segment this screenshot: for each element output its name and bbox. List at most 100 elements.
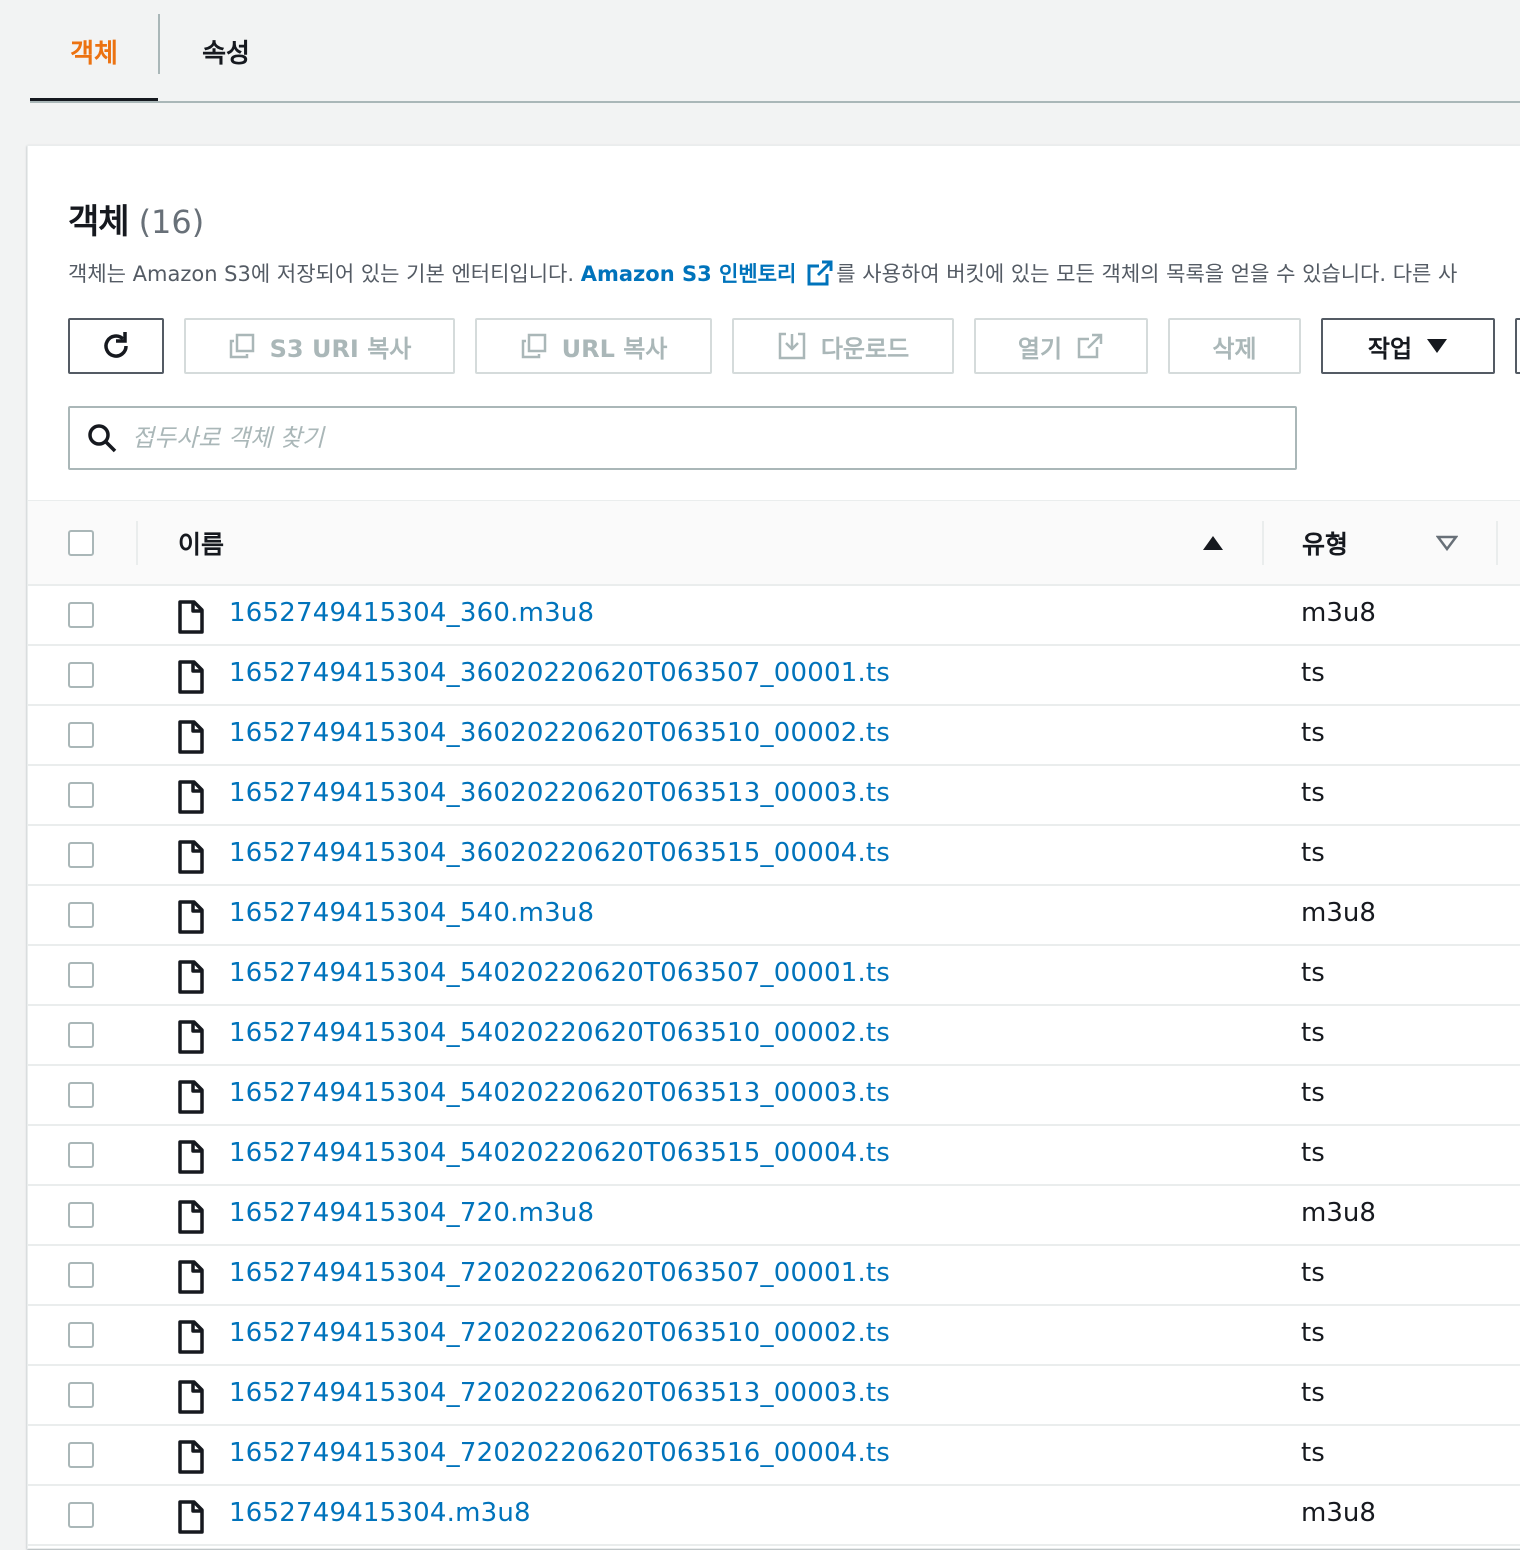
column-divider[interactable]	[1496, 521, 1498, 565]
object-name-link[interactable]: 1652749415304_72020220620T063507_00001.t…	[229, 1258, 890, 1288]
object-type: ts	[1301, 1078, 1325, 1108]
file-icon	[178, 780, 204, 818]
object-name-link[interactable]: 1652749415304_72020220620T063510_00002.t…	[229, 1318, 890, 1348]
row-checkbox[interactable]	[68, 1382, 94, 1408]
page-title: 객체	[68, 202, 130, 242]
file-icon	[178, 1320, 204, 1358]
row-checkbox[interactable]	[68, 1502, 94, 1528]
search-icon	[86, 422, 118, 454]
object-type: ts	[1301, 718, 1325, 748]
table-row: 1652749415304_54020220620T063513_00003.t…	[28, 1066, 1520, 1126]
table-row: 1652749415304_54020220620T063510_00002.t…	[28, 1006, 1520, 1066]
refresh-icon	[99, 329, 133, 363]
sort-ascending-icon[interactable]	[1202, 535, 1224, 555]
object-type: ts	[1301, 1378, 1325, 1408]
tab-properties[interactable]: 속성	[160, 0, 292, 102]
object-name-link[interactable]: 1652749415304_540.m3u8	[229, 898, 594, 928]
object-type: ts	[1301, 1438, 1325, 1468]
file-icon	[178, 1200, 204, 1238]
table-row: 1652749415304_540.m3u8 m3u8	[28, 886, 1520, 946]
row-checkbox[interactable]	[68, 662, 94, 688]
file-icon	[178, 1140, 204, 1178]
file-icon	[178, 1500, 204, 1538]
row-checkbox[interactable]	[68, 902, 94, 928]
objects-description: 객체는 Amazon S3에 저장되어 있는 기본 엔터티입니다. Amazon…	[68, 258, 1520, 292]
file-icon	[178, 720, 204, 758]
file-icon	[178, 660, 204, 698]
object-type: ts	[1301, 838, 1325, 868]
file-icon	[178, 1380, 204, 1418]
inventory-link[interactable]: Amazon S3 인벤토리	[581, 262, 797, 286]
file-icon	[178, 840, 204, 878]
row-checkbox[interactable]	[68, 602, 94, 628]
file-icon	[178, 900, 204, 938]
delete-button[interactable]: 삭제	[1168, 318, 1301, 374]
file-icon	[178, 1080, 204, 1118]
objects-header: 객체 (16)	[68, 194, 204, 243]
column-header-type[interactable]: 유형	[1302, 525, 1348, 561]
search-input[interactable]	[130, 423, 1234, 453]
table-row: 1652749415304_360.m3u8 m3u8	[28, 586, 1520, 646]
file-icon	[178, 1440, 204, 1478]
object-name-link[interactable]: 1652749415304_72020220620T063513_00003.t…	[229, 1378, 890, 1408]
create-folder-button[interactable]	[1515, 318, 1520, 374]
row-checkbox[interactable]	[68, 1082, 94, 1108]
object-type: ts	[1301, 1018, 1325, 1048]
object-name-link[interactable]: 1652749415304.m3u8	[229, 1498, 531, 1528]
column-header-name[interactable]: 이름	[178, 525, 224, 561]
row-checkbox[interactable]	[68, 1262, 94, 1288]
object-name-link[interactable]: 1652749415304_72020220620T063516_00004.t…	[229, 1438, 890, 1468]
table-row: 1652749415304_720.m3u8 m3u8	[28, 1186, 1520, 1246]
object-type: ts	[1301, 658, 1325, 688]
object-type: m3u8	[1301, 1198, 1376, 1228]
row-checkbox[interactable]	[68, 962, 94, 988]
object-name-link[interactable]: 1652749415304_360.m3u8	[229, 598, 594, 628]
row-checkbox[interactable]	[68, 782, 94, 808]
actions-dropdown-button[interactable]: 작업	[1321, 318, 1495, 374]
table-row: 1652749415304.m3u8 m3u8	[28, 1486, 1520, 1546]
object-type: m3u8	[1301, 1498, 1376, 1528]
object-name-link[interactable]: 1652749415304_54020220620T063507_00001.t…	[229, 958, 890, 988]
table-row: 1652749415304_36020220620T063513_00003.t…	[28, 766, 1520, 826]
row-checkbox[interactable]	[68, 1202, 94, 1228]
sort-descending-icon[interactable]	[1435, 535, 1459, 555]
object-name-link[interactable]: 1652749415304_36020220620T063515_00004.t…	[229, 838, 890, 868]
column-divider[interactable]	[1262, 521, 1264, 565]
object-name-link[interactable]: 1652749415304_36020220620T063510_00002.t…	[229, 718, 890, 748]
object-name-link[interactable]: 1652749415304_54020220620T063510_00002.t…	[229, 1018, 890, 1048]
tab-baseline	[30, 101, 1520, 103]
object-name-link[interactable]: 1652749415304_54020220620T063515_00004.t…	[229, 1138, 890, 1168]
file-icon	[178, 960, 204, 998]
row-checkbox[interactable]	[68, 1142, 94, 1168]
table-row: 1652749415304_72020220620T063513_00003.t…	[28, 1366, 1520, 1426]
copy-s3-uri-button[interactable]: S3 URI 복사	[184, 318, 455, 374]
object-type: m3u8	[1301, 898, 1376, 928]
external-link-icon	[1076, 332, 1104, 360]
row-checkbox[interactable]	[68, 842, 94, 868]
object-count: (16)	[138, 203, 205, 241]
row-checkbox[interactable]	[68, 1442, 94, 1468]
download-button[interactable]: 다운로드	[732, 318, 954, 374]
object-type: ts	[1301, 1258, 1325, 1288]
object-name-link[interactable]: 1652749415304_36020220620T063507_00001.t…	[229, 658, 890, 688]
copy-url-button[interactable]: URL 복사	[475, 318, 712, 374]
delete-label: 삭제	[1212, 334, 1257, 363]
column-divider	[136, 521, 138, 565]
file-icon	[178, 1260, 204, 1298]
object-name-link[interactable]: 1652749415304_720.m3u8	[229, 1198, 594, 1228]
object-name-link[interactable]: 1652749415304_36020220620T063513_00003.t…	[229, 778, 890, 808]
select-all-checkbox[interactable]	[68, 530, 94, 556]
description-suffix: 를 사용하여 버킷에 있는 모든 객체의 목록을 얻을 수 있습니다. 다른 사	[836, 262, 1458, 286]
external-link-icon[interactable]	[806, 259, 834, 292]
file-icon	[178, 600, 204, 638]
open-label: 열기	[1017, 334, 1063, 363]
refresh-button[interactable]	[68, 318, 164, 374]
tab-objects[interactable]: 객체	[30, 0, 158, 102]
open-button[interactable]: 열기	[974, 318, 1148, 374]
object-type: ts	[1301, 1138, 1325, 1168]
row-checkbox[interactable]	[68, 722, 94, 748]
row-checkbox[interactable]	[68, 1022, 94, 1048]
object-name-link[interactable]: 1652749415304_54020220620T063513_00003.t…	[229, 1078, 890, 1108]
table-row: 1652749415304_54020220620T063515_00004.t…	[28, 1126, 1520, 1186]
row-checkbox[interactable]	[68, 1322, 94, 1348]
